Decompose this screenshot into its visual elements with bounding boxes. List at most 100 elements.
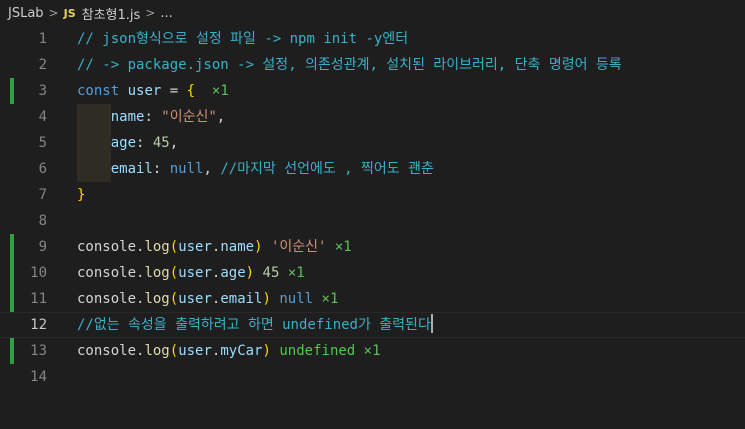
line-number: 3 xyxy=(38,83,47,99)
line-number: 14 xyxy=(30,369,47,385)
line-number: 13 xyxy=(30,343,47,359)
colon: : xyxy=(144,109,162,125)
line-number: 7 xyxy=(38,187,47,203)
open-paren: ( xyxy=(169,291,179,307)
inline-result-count: ×1 xyxy=(287,265,305,281)
text-cursor xyxy=(430,314,433,333)
line-number: 2 xyxy=(38,57,47,73)
inline-result-value: 45 xyxy=(262,265,280,281)
line-content: // json형식으로 설정 파일 -> npm init -y엔터 xyxy=(77,26,408,52)
line-content: const user = { ×1 xyxy=(77,78,229,104)
line-content: //없는 속성을 출력하려고 하면 undefined가 출력된다 xyxy=(77,312,433,338)
function-name: log xyxy=(144,343,170,359)
line-number: 8 xyxy=(38,213,47,229)
comma: , xyxy=(203,161,221,177)
console-object: console xyxy=(77,239,137,255)
line-content: name: "이순신", xyxy=(77,104,226,130)
inline-result-count: ×1 xyxy=(363,343,381,359)
number-value: 45 xyxy=(152,135,170,151)
line-content: console.log(user.name) '이순신' ×1 xyxy=(77,234,352,260)
javascript-file-icon: JS xyxy=(63,6,76,20)
code-line[interactable]: 5 age: 45, xyxy=(0,130,745,156)
operator: = xyxy=(161,83,187,99)
line-number: 6 xyxy=(38,161,47,177)
variable-name: user xyxy=(178,343,212,359)
line-number: 11 xyxy=(30,291,47,307)
code-line[interactable]: 10 console.log(user.age) 45 ×1 xyxy=(0,260,745,286)
code-line[interactable]: 6 email: null, //마지막 선언에도 , 찍어도 괜춘 xyxy=(0,156,745,182)
breadcrumb-symbol[interactable]: ... xyxy=(158,6,174,21)
comment-text: // -> package.json -> 설정, 의존성관계, 설치된 라이브… xyxy=(77,57,622,73)
chevron-right-icon: > xyxy=(145,6,156,20)
comment-text: //없는 속성을 출력하려고 하면 undefined가 출력된다 xyxy=(77,317,431,333)
property-key: email xyxy=(110,161,153,177)
inline-result-count: ×1 xyxy=(334,239,352,255)
inline-result-value: undefined xyxy=(279,343,356,359)
variable-name: user xyxy=(127,83,162,99)
property-name: myCar xyxy=(220,343,263,359)
code-line[interactable]: 2 // -> package.json -> 설정, 의존성관계, 설치된 라… xyxy=(0,52,745,78)
open-paren: ( xyxy=(169,239,179,255)
close-paren: ) xyxy=(245,265,255,281)
breadcrumb-folder[interactable]: JSLab xyxy=(0,6,46,21)
close-paren: ) xyxy=(254,239,263,255)
null-value: null xyxy=(169,161,204,177)
console-object: console xyxy=(77,343,137,359)
breadcrumb-file[interactable]: 참초형1.js xyxy=(80,4,143,23)
code-line-current[interactable]: 12 //없는 속성을 출력하려고 하면 undefined가 출력된다 xyxy=(0,312,745,338)
line-number: 5 xyxy=(38,135,47,151)
line-content: // -> package.json -> 설정, 의존성관계, 설치된 라이브… xyxy=(77,52,622,78)
code-line[interactable]: 8 xyxy=(0,208,745,234)
line-number: 1 xyxy=(38,31,47,47)
inline-result: ×1 xyxy=(211,83,229,99)
inline-result-value: null xyxy=(279,291,314,307)
comma: , xyxy=(216,109,226,125)
property-key: age xyxy=(110,135,137,151)
code-line[interactable]: 14 xyxy=(0,364,745,390)
comment-text: // json형식으로 설정 파일 -> npm init -y엔터 xyxy=(77,31,409,47)
line-content: } xyxy=(77,182,85,208)
code-line[interactable]: 13 console.log(user.myCar) undefined ×1 xyxy=(0,338,745,364)
close-paren: ) xyxy=(262,343,271,359)
code-line[interactable]: 3 const user = { ×1 xyxy=(0,78,745,104)
property-key: name xyxy=(110,109,145,125)
variable-name: user xyxy=(178,291,212,307)
string-value: "이순신" xyxy=(161,109,217,125)
line-content: email: null, //마지막 선언에도 , 찍어도 괜춘 xyxy=(77,156,434,182)
inline-result-count: ×1 xyxy=(321,291,339,307)
open-paren: ( xyxy=(169,265,179,281)
colon: : xyxy=(136,135,153,151)
code-editor[interactable]: 1 // json형식으로 설정 파일 -> npm init -y엔터 2 /… xyxy=(0,26,745,429)
close-paren: ) xyxy=(262,291,271,307)
function-name: log xyxy=(144,239,170,255)
code-line[interactable]: 9 console.log(user.name) '이순신' ×1 xyxy=(0,234,745,260)
property-name: age xyxy=(220,265,246,281)
line-number: 4 xyxy=(38,109,47,125)
line-content: age: 45, xyxy=(77,130,178,156)
open-paren: ( xyxy=(169,343,179,359)
colon: : xyxy=(152,161,170,177)
line-content: console.log(user.age) 45 ×1 xyxy=(77,260,305,286)
property-name: name xyxy=(220,239,255,255)
comma: , xyxy=(169,135,179,151)
property-name: email xyxy=(220,291,263,307)
comment-text: //마지막 선언에도 , 찍어도 괜춘 xyxy=(220,161,434,177)
function-name: log xyxy=(144,265,170,281)
line-number: 9 xyxy=(38,239,47,255)
code-line[interactable]: 1 // json형식으로 설정 파일 -> npm init -y엔터 xyxy=(0,26,745,52)
line-number: 10 xyxy=(30,265,47,281)
close-brace: } xyxy=(77,187,86,203)
breadcrumb: JSLab > JS 참초형1.js > ... xyxy=(0,0,745,26)
code-line[interactable]: 11 console.log(user.email) null ×1 xyxy=(0,286,745,312)
code-line[interactable]: 4 name: "이순신", xyxy=(0,104,745,130)
code-line[interactable]: 7 } xyxy=(0,182,745,208)
line-content: console.log(user.email) null ×1 xyxy=(77,286,338,312)
line-content: console.log(user.myCar) undefined ×1 xyxy=(77,338,381,364)
open-brace: { xyxy=(186,83,196,99)
chevron-right-icon: > xyxy=(48,6,59,20)
console-object: console xyxy=(77,291,137,307)
console-object: console xyxy=(77,265,137,281)
inline-result-value: '이순신' xyxy=(270,239,327,255)
variable-name: user xyxy=(178,239,212,255)
variable-name: user xyxy=(178,265,212,281)
